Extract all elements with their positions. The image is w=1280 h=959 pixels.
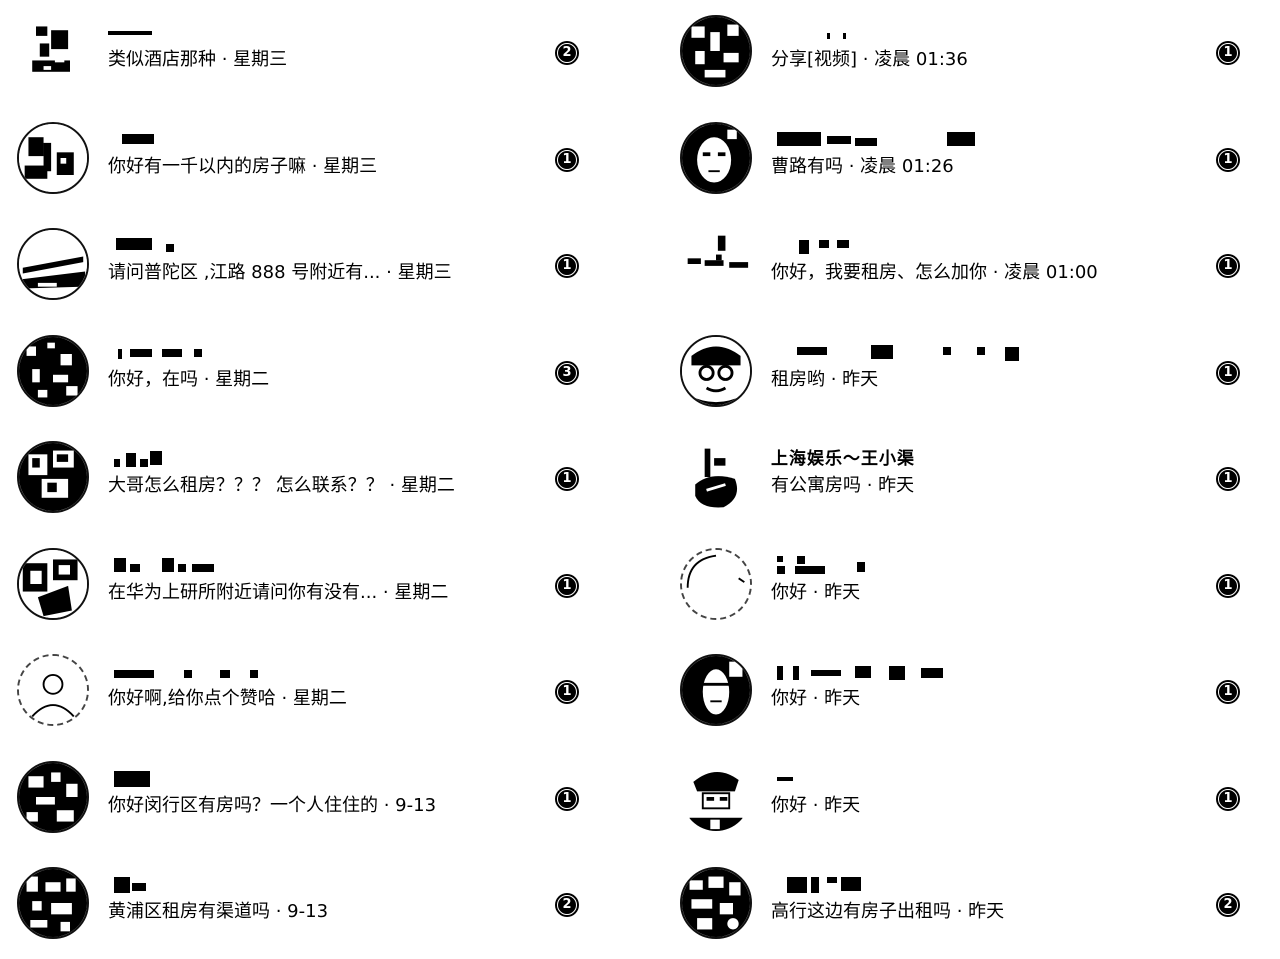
conversation-item[interactable]: 分享[视频] · 凌晨 01:36 1: [678, 0, 1278, 107]
conversation-item[interactable]: 高行这边有房子出租吗 · 昨天 2: [678, 852, 1278, 959]
conversation-item[interactable]: 租房哟 · 昨天 1: [678, 320, 1278, 427]
redacted-name: [771, 130, 1191, 150]
redacted-name: [771, 236, 1191, 256]
user-avatar: [680, 760, 752, 833]
user-avatar: [17, 547, 89, 620]
conversation-item[interactable]: 你好 · 昨天 1: [678, 533, 1278, 640]
redacted-name: [771, 662, 1191, 682]
unread-badge: 1: [555, 573, 579, 598]
contact-name: 上海娱乐～王小渠: [771, 449, 915, 470]
user-avatar: [680, 547, 752, 620]
unread-badge: 1: [1216, 680, 1240, 705]
message-preview: 大哥怎么租房？？？ 怎么联系？？ · 星期二: [108, 475, 455, 497]
message-preview: 请问普陀区 ,江路 888 号附近有... · 星期三: [108, 262, 452, 284]
user-avatar: [680, 228, 752, 301]
message-preview: 黄浦区租房有渠道吗 · 9-13: [108, 901, 329, 923]
conversation-item[interactable]: 你好有一千以内的房子嘛 · 星期三 1: [15, 107, 615, 214]
user-avatar: [680, 441, 752, 514]
user-avatar: [17, 867, 89, 940]
message-preview: 你好 · 昨天: [771, 794, 861, 816]
message-preview: 你好闵行区有房吗？一个人住住的 · 9-13: [108, 794, 437, 816]
user-avatar: [17, 121, 89, 194]
conversation-list-right: 分享[视频] · 凌晨 01:36 1 曹路有吗 · 凌晨 01:26 1 你好…: [678, 0, 1278, 959]
user-avatar: [680, 654, 752, 727]
message-preview: 你好，在吗 · 星期二: [108, 368, 270, 390]
message-preview: 分享[视频] · 凌晨 01:36: [771, 49, 968, 71]
user-avatar: [17, 441, 89, 514]
conversation-item[interactable]: 类似酒店那种 · 星期三 2: [15, 0, 615, 107]
user-avatar: [17, 760, 89, 833]
message-preview: 你好 · 昨天: [771, 688, 861, 710]
message-preview: 租房哟 · 昨天: [771, 368, 879, 390]
conversation-item[interactable]: 你好 · 昨天 1: [678, 639, 1278, 746]
unread-badge: 1: [1216, 41, 1240, 66]
redacted-name: [771, 555, 1191, 576]
redacted-name: [771, 23, 1191, 43]
message-preview: 你好有一千以内的房子嘛 · 星期三: [108, 155, 378, 177]
unread-badge: 1: [1216, 147, 1240, 172]
redacted-name: [108, 769, 528, 789]
redacted-name: [108, 875, 528, 895]
unread-badge: 1: [1216, 786, 1240, 811]
unread-badge: 1: [555, 467, 579, 492]
message-preview: 你好 · 昨天: [771, 581, 861, 603]
unread-badge: 1: [555, 786, 579, 811]
redacted-name: [108, 556, 528, 576]
conversation-item[interactable]: 你好，我要租房、怎么加你 · 凌晨 01:00 1: [678, 213, 1278, 320]
user-avatar: [680, 867, 752, 940]
redacted-name: [108, 236, 528, 256]
user-avatar: [680, 334, 752, 407]
unread-badge: 1: [1216, 573, 1240, 598]
unread-badge: 3: [555, 360, 579, 385]
user-avatar: [17, 654, 89, 727]
user-avatar: [17, 334, 89, 407]
conversation-item[interactable]: 你好，在吗 · 星期二 3: [15, 320, 615, 427]
redacted-name: [108, 662, 528, 682]
conversation-item[interactable]: 上海娱乐～王小渠 有公寓房吗 · 昨天 1: [678, 426, 1278, 533]
redacted-name: [771, 343, 1191, 363]
conversation-list-left: 类似酒店那种 · 星期三 2 你好有一千以内的房子嘛 · 星期三 1 请问普陀区…: [15, 0, 615, 959]
conversation-item[interactable]: 大哥怎么租房？？？ 怎么联系？？ · 星期二 1: [15, 426, 615, 533]
user-avatar: [17, 228, 89, 301]
message-preview: 曹路有吗 · 凌晨 01:26: [771, 155, 954, 177]
user-avatar: [680, 15, 752, 88]
redacted-name: [108, 343, 528, 363]
user-avatar: [680, 121, 752, 194]
unread-badge: 1: [1216, 254, 1240, 279]
redacted-name: [771, 769, 1191, 789]
redacted-name: [771, 875, 1191, 895]
message-preview: 高行这边有房子出租吗 · 昨天: [771, 901, 1005, 923]
unread-badge: 1: [1216, 467, 1240, 492]
conversation-item[interactable]: 曹路有吗 · 凌晨 01:26 1: [678, 107, 1278, 214]
conversation-item[interactable]: 你好闵行区有房吗？一个人住住的 · 9-13 1: [15, 746, 615, 853]
unread-badge: 1: [555, 147, 579, 172]
conversation-item[interactable]: 在华为上研所附近请问你有没有... · 星期二 1: [15, 533, 615, 640]
unread-badge: 1: [555, 254, 579, 279]
message-preview: 你好啊,给你点个赞哈 · 星期二: [108, 688, 347, 710]
message-preview: 有公寓房吗 · 昨天: [771, 475, 915, 497]
conversation-item[interactable]: 你好 · 昨天 1: [678, 746, 1278, 853]
user-avatar: [17, 15, 89, 88]
message-preview: 在华为上研所附近请问你有没有... · 星期二: [108, 581, 449, 603]
unread-badge: 2: [555, 41, 579, 66]
unread-badge: 1: [555, 680, 579, 705]
message-preview: 类似酒店那种 · 星期三: [108, 49, 288, 71]
unread-badge: 1: [1216, 360, 1240, 385]
unread-badge: 2: [1216, 893, 1240, 918]
redacted-name: [108, 449, 528, 469]
unread-badge: 2: [555, 893, 579, 918]
conversation-item[interactable]: 黄浦区租房有渠道吗 · 9-13 2: [15, 852, 615, 959]
redacted-name: [108, 23, 528, 43]
conversation-item[interactable]: 请问普陀区 ,江路 888 号附近有... · 星期三 1: [15, 213, 615, 320]
redacted-name: [108, 130, 528, 150]
message-preview: 你好，我要租房、怎么加你 · 凌晨 01:00: [771, 262, 1098, 284]
conversation-item[interactable]: 你好啊,给你点个赞哈 · 星期二 1: [15, 639, 615, 746]
